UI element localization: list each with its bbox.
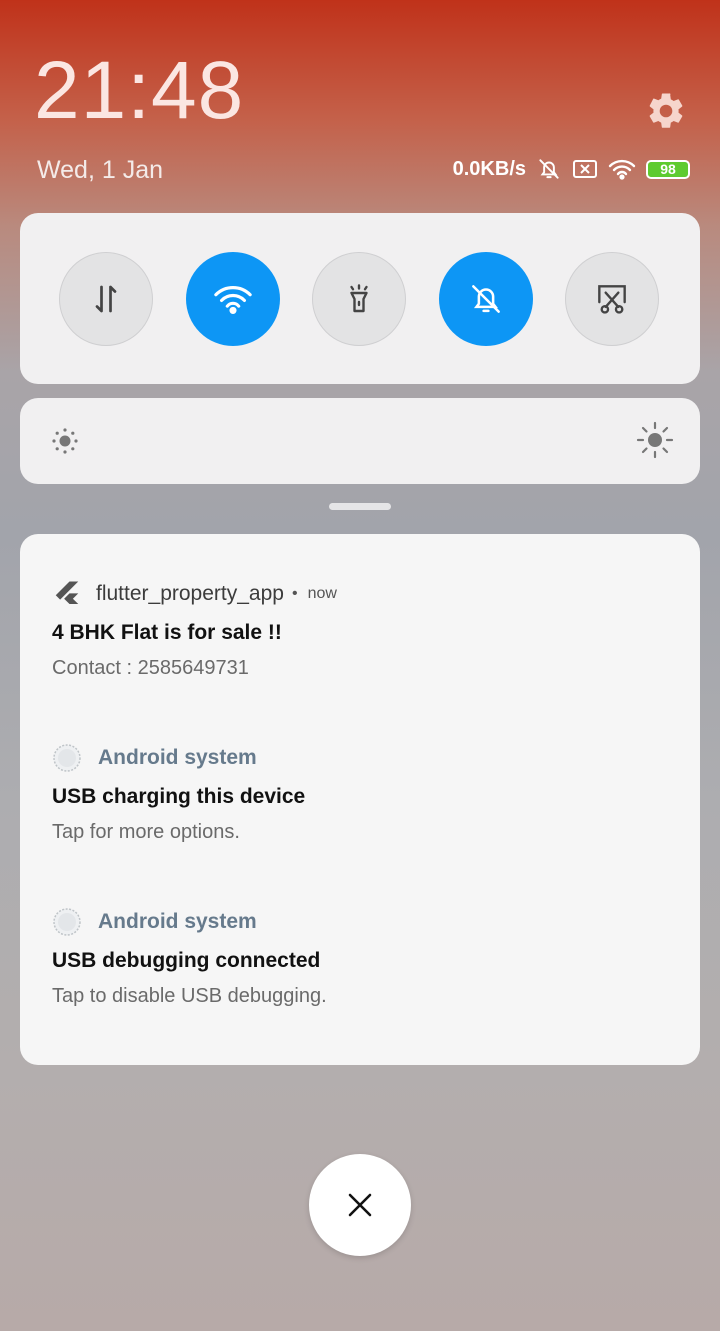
brightness-slider[interactable] — [20, 398, 700, 484]
notification-text: Tap to disable USB debugging. — [52, 985, 327, 1007]
battery-icon: 98 — [646, 159, 690, 179]
notification-item[interactable]: flutter_property_app • now 4 BHK Flat is… — [52, 577, 337, 680]
notification-time: now — [307, 585, 337, 602]
wifi-status-icon — [608, 159, 636, 180]
toggle-screenshot[interactable] — [565, 252, 659, 346]
notification-title: 4 BHK Flat is for sale !! — [52, 621, 282, 644]
notification-item[interactable]: Android system USB debugging connected T… — [52, 905, 327, 1008]
app-name: Android system — [98, 910, 257, 933]
network-speed: 0.0KB/s — [452, 157, 526, 180]
app-name: flutter_property_app — [96, 582, 284, 605]
close-icon — [348, 1193, 372, 1217]
clock[interactable]: 21:48 — [34, 50, 244, 132]
no-sim-icon — [573, 160, 597, 178]
bell-off-status-icon — [539, 159, 559, 179]
flashlight-icon — [350, 284, 368, 313]
quick-toggles-panel — [20, 213, 700, 384]
date-label[interactable]: Wed, 1 Jan — [37, 156, 163, 185]
notification-panel: flutter_property_app • now 4 BHK Flat is… — [20, 534, 700, 1065]
android-system-icon — [53, 744, 81, 772]
brightness-low-icon — [52, 428, 78, 454]
drag-handle[interactable] — [329, 503, 391, 510]
toggle-flashlight[interactable] — [312, 252, 406, 346]
separator-dot: • — [291, 585, 298, 602]
app-name: Android system — [98, 746, 257, 769]
settings-gear-icon[interactable] — [645, 90, 687, 132]
notification-title: USB charging this device — [52, 785, 306, 808]
notification-text: Tap for more options. — [52, 821, 240, 843]
scissors-icon — [598, 285, 626, 314]
clear-notifications-button[interactable] — [309, 1154, 411, 1256]
notification-item[interactable]: Android system USB charging this device … — [52, 741, 305, 844]
toggle-mobile-data[interactable] — [59, 252, 153, 346]
bell-off-icon — [472, 285, 500, 313]
status-bar: 0.0KB/s 98 — [453, 154, 690, 184]
data-arrows-icon — [95, 285, 117, 313]
toggle-wifi[interactable] — [186, 252, 280, 346]
notification-text: Contact : 2585649731 — [52, 657, 249, 679]
brightness-high-icon — [636, 421, 674, 459]
toggle-silent[interactable] — [439, 252, 533, 346]
flutter-logo-icon — [55, 581, 79, 604]
notification-title: USB debugging connected — [52, 949, 321, 972]
android-system-icon — [53, 908, 81, 936]
wifi-icon — [214, 286, 252, 315]
